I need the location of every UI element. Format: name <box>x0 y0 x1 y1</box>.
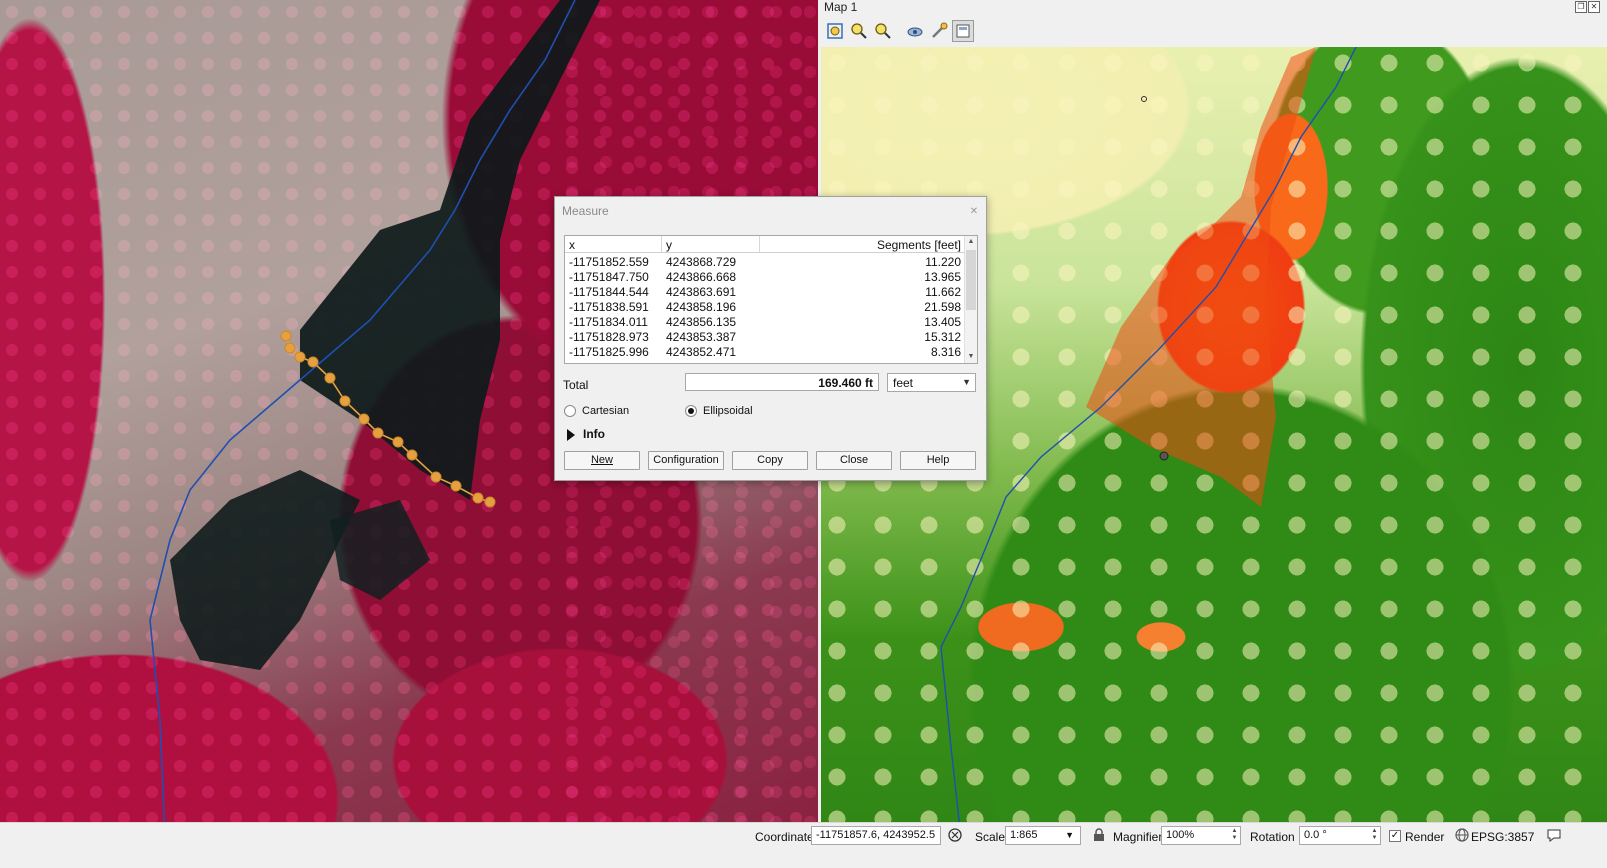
zoom-full-icon[interactable] <box>824 20 846 42</box>
cartesian-label[interactable]: Cartesian <box>582 405 629 417</box>
total-value-field: 169.460 ft <box>685 373 879 391</box>
column-header-x[interactable]: x <box>569 238 575 252</box>
unit-select[interactable]: feet ▼ <box>887 373 976 392</box>
zoom-in-icon[interactable] <box>848 20 870 42</box>
table-scrollbar[interactable]: ▲ ▼ <box>964 236 977 363</box>
scroll-up-icon[interactable]: ▲ <box>967 237 975 247</box>
column-divider <box>661 236 662 252</box>
scrollbar-thumb[interactable] <box>966 250 976 310</box>
map1-title: Map 1 <box>824 0 858 14</box>
vertex-marker <box>1141 96 1147 102</box>
measure-dialog-title: Measure <box>562 204 609 218</box>
cell-segment: 15.312 <box>924 330 961 344</box>
scale-combobox[interactable]: 1:865 ▼ <box>1005 826 1081 845</box>
info-expander[interactable]: Info <box>567 427 647 443</box>
scale-value: 1:865 <box>1010 829 1038 841</box>
float-window-icon[interactable]: ❐ <box>1575 1 1587 13</box>
show-layer-icon[interactable] <box>904 20 926 42</box>
help-button[interactable]: Help <box>900 451 976 470</box>
cell-y: 4243868.729 <box>666 255 737 269</box>
cell-segment: 8.316 <box>930 345 961 359</box>
status-bar: Coordinate -11751857.6, 4243952.5 Scale … <box>0 822 1607 849</box>
sync-view-icon[interactable] <box>952 20 974 42</box>
magnifier-value: 100% <box>1166 829 1195 841</box>
cartesian-radio[interactable] <box>564 405 576 417</box>
crs-globe-icon[interactable] <box>1455 828 1469 845</box>
configuration-button[interactable]: Configuration <box>648 451 724 470</box>
measure-dialog: Measure ✕ x y Segments [feet] -11751852.… <box>554 196 987 481</box>
rotation-label: Rotation <box>1250 830 1295 844</box>
table-row[interactable]: -11751838.591 4243858.196 21.598 <box>565 300 965 315</box>
cell-y: 4243866.668 <box>666 270 737 284</box>
table-row[interactable]: -11751847.750 4243866.668 13.965 <box>565 270 965 285</box>
cell-segment: 11.220 <box>925 255 961 269</box>
cell-y: 4243863.691 <box>666 285 737 299</box>
chevron-down-icon: ▼ <box>962 377 971 387</box>
coordinate-field[interactable]: -11751857.6, 4243952.5 <box>811 826 941 845</box>
close-button[interactable]: Close <box>816 451 892 470</box>
spin-arrows-icon[interactable]: ▲ ▼ <box>1230 828 1239 843</box>
cell-y: 4243853.387 <box>666 330 737 344</box>
column-header-y[interactable]: y <box>666 238 672 252</box>
lock-scale-icon[interactable] <box>1093 828 1105 845</box>
hotspot-region <box>1086 47 1316 507</box>
scroll-down-icon[interactable]: ▼ <box>967 352 975 362</box>
crs-label[interactable]: EPSG:3857 <box>1471 830 1534 844</box>
magnifier-spinbox[interactable]: 100% ▲ ▼ <box>1161 826 1241 845</box>
cell-x: -11751828.973 <box>569 330 649 344</box>
column-header-segments[interactable]: Segments [feet] <box>877 238 961 252</box>
rotation-spinbox[interactable]: 0.0 ° ▲ ▼ <box>1299 826 1381 845</box>
cell-x: -11751847.750 <box>569 270 649 284</box>
ellipsoidal-radio[interactable] <box>685 405 697 417</box>
cell-x: -11751844.544 <box>569 285 649 299</box>
table-header: x y Segments [feet] <box>565 236 965 253</box>
map1-header: Map 1 ❐ ✕ <box>818 0 1607 16</box>
rotation-value: 0.0 ° <box>1304 829 1327 841</box>
close-icon[interactable]: ✕ <box>967 205 981 219</box>
table-row[interactable]: -11751844.544 4243863.691 11.662 <box>565 285 965 300</box>
table-row[interactable]: -11751834.011 4243856.135 13.405 <box>565 315 965 330</box>
cell-segment: 13.965 <box>924 270 961 284</box>
info-label: Info <box>583 427 605 441</box>
copy-button[interactable]: Copy <box>732 451 808 470</box>
cell-y: 4243852.471 <box>666 345 737 359</box>
spin-arrows-icon[interactable]: ▲ ▼ <box>1370 828 1379 843</box>
map1-toolbar <box>818 18 1607 44</box>
scale-label: Scale <box>975 830 1006 844</box>
cursor-marker <box>1159 451 1169 461</box>
render-label: Render <box>1405 830 1445 844</box>
ellipsoidal-label[interactable]: Ellipsoidal <box>703 405 753 417</box>
render-checkbox[interactable]: ✓ <box>1389 830 1401 842</box>
close-window-icon[interactable]: ✕ <box>1588 1 1600 13</box>
cell-segment: 21.598 <box>924 300 961 314</box>
expand-arrow-icon <box>567 429 575 441</box>
cell-x: -11751825.996 <box>569 345 649 359</box>
cell-x: -11751852.559 <box>569 255 649 269</box>
coordinate-label: Coordinate <box>755 830 814 844</box>
new-button[interactable]: New <box>564 451 640 470</box>
water-body <box>170 470 360 670</box>
cell-y: 4243858.196 <box>666 300 737 314</box>
cell-segment: 11.662 <box>925 285 961 299</box>
column-divider <box>759 236 760 252</box>
total-label: Total <box>563 378 589 392</box>
zoom-out-icon[interactable] <box>872 20 894 42</box>
table-row[interactable]: -11751852.559 4243868.729 11.220 <box>565 255 965 270</box>
unit-select-value: feet <box>893 376 914 390</box>
table-row[interactable]: -11751828.973 4243853.387 15.312 <box>565 330 965 345</box>
cell-x: -11751838.591 <box>569 300 649 314</box>
cell-x: -11751834.011 <box>569 315 648 329</box>
chevron-down-icon: ▼ <box>1065 830 1074 840</box>
magnifier-label: Magnifier <box>1113 830 1163 844</box>
measure-table: x y Segments [feet] -11751852.559 424386… <box>564 235 978 364</box>
table-row[interactable]: -11751825.996 4243852.471 8.316 <box>565 345 965 360</box>
toggle-extents-icon[interactable] <box>947 827 963 846</box>
window-bottom-edge <box>0 848 1607 868</box>
settings-wrench-icon[interactable] <box>928 20 950 42</box>
cell-y: 4243856.135 <box>666 315 737 329</box>
messages-icon[interactable] <box>1546 827 1562 846</box>
cell-segment: 13.405 <box>924 315 961 329</box>
